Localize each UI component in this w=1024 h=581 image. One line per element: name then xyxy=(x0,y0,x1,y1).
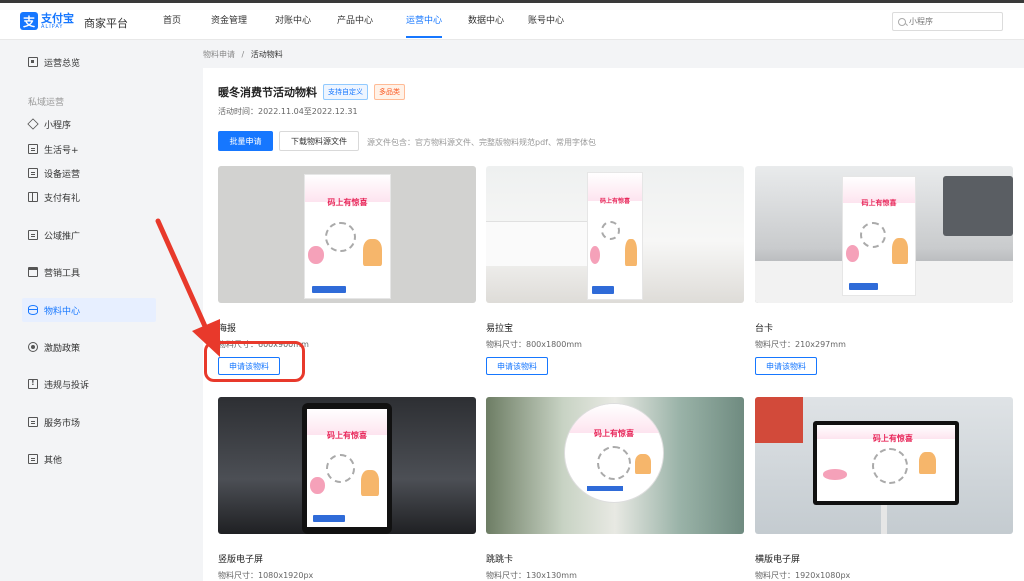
page-title: 暖冬消费节活动物料 xyxy=(218,86,317,99)
sidebar: 运营总览 私域运营 小程序 生活号+ 设备运营 支付有礼 公域推广 营销工具 物… xyxy=(0,40,170,581)
nav-data[interactable]: 数据中心 xyxy=(456,3,516,40)
sidebar-item-device[interactable]: 设备运营 xyxy=(22,161,156,185)
sidebar-item-miniapp[interactable]: 小程序 xyxy=(22,112,156,136)
market-icon xyxy=(28,417,38,427)
sidebar-item-public-promo[interactable]: 公域推广 xyxy=(22,223,156,247)
material-card-rollup: 码上有惊喜 易拉宝 物料尺寸：800x1800mm 申请该物料 xyxy=(486,166,744,375)
material-card-vertical-screen: 码上有惊喜 竖版电子屏 物料尺寸：1080x1920px xyxy=(218,397,476,581)
poster-headline: 码上有惊喜 xyxy=(861,199,897,208)
device-icon xyxy=(28,168,38,178)
nav-products[interactable]: 产品中心 xyxy=(322,3,388,40)
nav-operations[interactable]: 运营中心 xyxy=(406,3,442,40)
card-size: 物料尺寸：1920x1080px xyxy=(755,571,851,580)
card-size: 物料尺寸：130x130mm xyxy=(486,571,577,580)
sidebar-item-incentive[interactable]: 激励政策 xyxy=(22,335,156,359)
sidebar-item-marketing[interactable]: 营销工具 xyxy=(22,260,156,284)
sidebar-item-other[interactable]: 其他 xyxy=(22,447,156,471)
search-input[interactable] xyxy=(909,17,999,26)
download-source-button[interactable]: 下载物料源文件 xyxy=(279,131,359,151)
cube-icon xyxy=(27,118,39,130)
main-panel: 暖冬消费节活动物料 支持自定义 多品类 活动时间：2022.11.04至2022… xyxy=(203,68,1024,581)
shop-icon xyxy=(28,267,38,277)
logo-text-en: ALIPAY xyxy=(41,23,64,30)
vertical-screen-preview[interactable]: 码上有惊喜 xyxy=(218,397,476,534)
material-card-hangtag: 码上有惊喜 跳跳卡 物料尺寸：130x130mm xyxy=(486,397,744,581)
activity-time: 活动时间：2022.11.04至2022.12.31 xyxy=(218,107,358,116)
poster-preview[interactable]: 码上有惊喜 xyxy=(218,166,476,303)
sidebar-group-private: 私域运营 xyxy=(28,98,65,108)
source-note: 源文件包含：官方物料源文件、完整版物料规范pdf、常用字体包 xyxy=(367,138,596,147)
sidebar-item-market[interactable]: 服务市场 xyxy=(22,410,156,434)
search-box[interactable] xyxy=(892,12,1003,31)
card-name: 竖版电子屏 xyxy=(218,555,264,565)
tag-customizable: 支持自定义 xyxy=(323,84,368,100)
sidebar-item-complaints[interactable]: 违规与投诉 xyxy=(22,372,156,396)
sidebar-item-overview[interactable]: 运营总览 xyxy=(22,50,156,74)
logo-text-cn: 支付宝 xyxy=(41,11,74,25)
card-name: 横版电子屏 xyxy=(755,555,801,565)
promo-icon xyxy=(28,230,38,240)
gift-icon xyxy=(28,192,38,202)
top-header: 支 支付宝 ALIPAY 商家平台 首页 资金管理 对账中心 产品中心 运营中心… xyxy=(0,3,1024,40)
nav-reconcile[interactable]: 对账中心 xyxy=(264,3,322,40)
nav-home[interactable]: 首页 xyxy=(150,3,194,40)
sidebar-item-paygift[interactable]: 支付有礼 xyxy=(22,185,156,209)
poster-headline: 码上有惊喜 xyxy=(594,429,634,438)
poster-headline: 码上有惊喜 xyxy=(599,197,630,205)
card-name: 易拉宝 xyxy=(486,324,514,334)
other-icon xyxy=(28,454,38,464)
alipay-logo[interactable]: 支 支付宝 ALIPAY xyxy=(20,12,74,30)
sidebar-item-materials[interactable]: 物料中心 xyxy=(22,298,156,322)
hangtag-preview[interactable]: 码上有惊喜 xyxy=(486,397,744,534)
database-icon xyxy=(28,305,38,315)
alipay-logo-icon: 支 xyxy=(20,12,38,30)
material-card-horizontal-screen: 码上有惊喜 横版电子屏 物料尺寸：1920x1080px xyxy=(755,397,1013,581)
poster-headline: 码上有惊喜 xyxy=(327,431,367,441)
card-size: 物料尺寸：210x297mm xyxy=(755,340,846,349)
breadcrumb: 物料申请 / 活动物料 xyxy=(203,49,283,60)
annotation-highlight-box xyxy=(204,341,305,382)
breadcrumb-current: 活动物料 xyxy=(250,50,283,59)
rollup-preview[interactable]: 码上有惊喜 xyxy=(486,166,744,303)
tag-multi-category: 多品类 xyxy=(374,84,405,100)
sidebar-item-lifeaccount[interactable]: 生活号+ xyxy=(22,137,156,161)
nav-account[interactable]: 账号中心 xyxy=(516,3,576,40)
poster-headline: 码上有惊喜 xyxy=(327,198,368,208)
batch-apply-button[interactable]: 批量申请 xyxy=(218,131,273,151)
apply-material-button[interactable]: 申请该物料 xyxy=(486,357,548,375)
card-size: 物料尺寸：1080x1920px xyxy=(218,571,314,580)
card-name: 跳跳卡 xyxy=(486,555,514,565)
search-icon xyxy=(898,17,906,26)
badge-icon xyxy=(28,342,38,352)
warning-icon xyxy=(28,378,38,389)
breadcrumb-separator: / xyxy=(241,50,245,59)
breadcrumb-parent[interactable]: 物料申请 xyxy=(203,50,235,59)
nav-funds[interactable]: 资金管理 xyxy=(194,3,264,40)
horizontal-screen-preview[interactable]: 码上有惊喜 xyxy=(755,397,1013,534)
platform-name: 商家平台 xyxy=(84,17,128,30)
card-name: 台卡 xyxy=(755,324,774,334)
top-nav: 首页 资金管理 对账中心 产品中心 运营中心 数据中心 账号中心 xyxy=(150,3,576,40)
material-card-tablecard: 码上有惊喜 台卡 物料尺寸：210x297mm 申请该物料 xyxy=(755,166,1013,375)
card-name: 海报 xyxy=(218,324,237,334)
tablecard-preview[interactable]: 码上有惊喜 xyxy=(755,166,1013,303)
poster-headline: 码上有惊喜 xyxy=(872,433,913,443)
card-size: 物料尺寸：800x1800mm xyxy=(486,340,582,349)
doc-icon xyxy=(28,144,38,154)
apply-material-button[interactable]: 申请该物料 xyxy=(755,357,817,375)
dashboard-icon xyxy=(28,57,38,67)
